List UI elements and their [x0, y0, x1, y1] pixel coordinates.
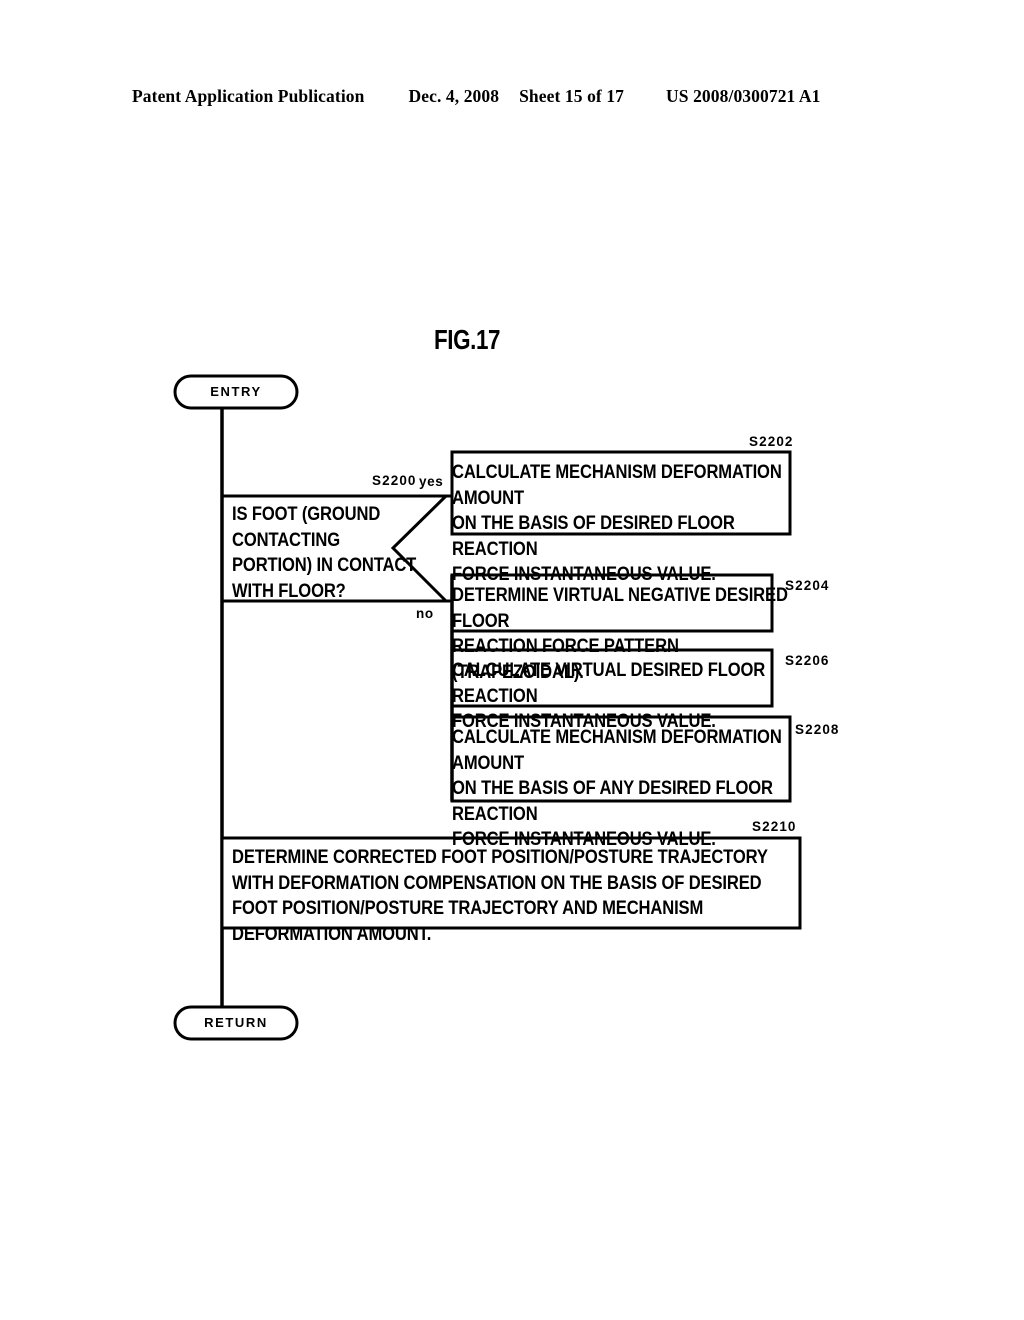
step-s2202-text: CALCULATE MECHANISM DEFORMATION AMOUNT O… — [452, 461, 782, 585]
step-ref-s2206: S2206 — [785, 653, 830, 668]
step-ref-s2202: S2202 — [749, 434, 794, 449]
decision-s2200-text: IS FOOT (GROUND CONTACTING PORTION) IN C… — [232, 503, 417, 602]
step-ref-s2204: S2204 — [785, 578, 830, 593]
entry-terminator-label: ENTRY — [210, 384, 262, 399]
branch-label-no: no — [416, 606, 434, 621]
flowchart-diagram: ENTRY RETURN IS FOOT (GROUND CONTACTING … — [0, 0, 1024, 1320]
step-ref-s2210: S2210 — [752, 819, 797, 834]
step-ref-s2200: S2200 — [372, 473, 417, 488]
step-s2210-text: DETERMINE CORRECTED FOOT POSITION/POSTUR… — [232, 846, 768, 945]
step-s2206-text: CALCULATE VIRTUAL DESIRED FLOOR REACTION… — [452, 659, 766, 732]
step-s2208-text: CALCULATE MECHANISM DEFORMATION AMOUNT O… — [452, 726, 782, 850]
return-terminator-label: RETURN — [204, 1015, 268, 1030]
step-ref-s2208: S2208 — [795, 722, 840, 737]
branch-label-yes: yes — [419, 474, 444, 489]
